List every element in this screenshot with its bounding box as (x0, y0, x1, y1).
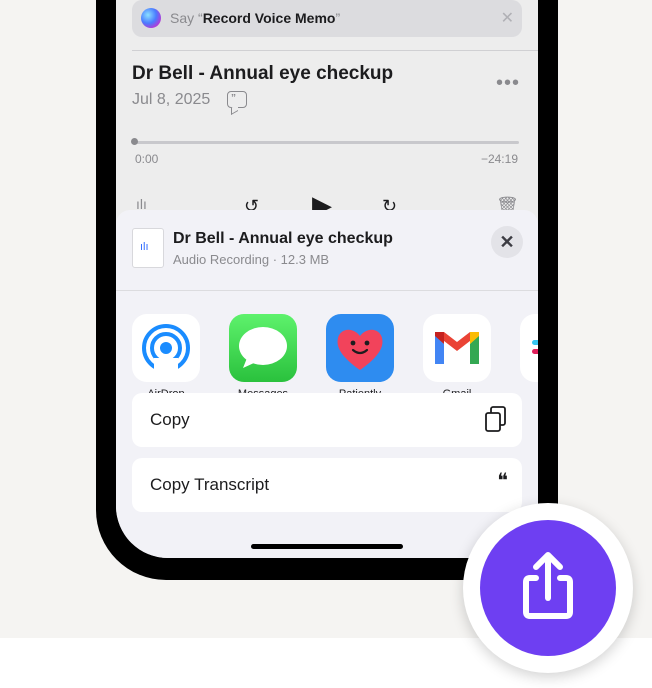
audio-file-icon: ılı (132, 228, 164, 268)
share-button-inner (480, 520, 616, 656)
copy-action[interactable]: Copy (132, 393, 522, 447)
share-icon (523, 552, 573, 619)
share-sheet: ılı Dr Bell - Annual eye checkup Audio R… (116, 210, 538, 558)
copy-transcript-action[interactable]: Copy Transcript ❝ (132, 458, 522, 512)
divider (116, 290, 538, 291)
divider (132, 50, 538, 51)
airdrop-icon (132, 314, 200, 382)
more-options-icon[interactable]: ••• (496, 72, 520, 95)
gmail-icon (423, 314, 491, 382)
share-sheet-close-button[interactable]: ✕ (491, 226, 523, 258)
phone-screen: Say “Record Voice Memo” ✕ Dr Bell - Annu… (116, 0, 538, 558)
siri-close-icon[interactable]: ✕ (501, 8, 514, 28)
elapsed-time: 0:00 (135, 152, 159, 166)
recording-date: Jul 8, 2025 (132, 91, 211, 108)
phone-frame: Say “Record Voice Memo” ✕ Dr Bell - Annu… (96, 0, 558, 580)
copy-action-label: Copy (150, 410, 190, 429)
playback-scrubber[interactable] (135, 141, 519, 144)
share-app-messages[interactable]: Messages (228, 314, 298, 400)
share-app-partial[interactable] (519, 314, 538, 382)
recording-title: Dr Bell - Annual eye checkup (132, 63, 394, 84)
copy-icon (484, 405, 508, 439)
remaining-time: −24:19 (480, 152, 518, 166)
scrubber-handle[interactable] (131, 138, 138, 145)
share-app-airdrop[interactable]: AirDrop (131, 314, 201, 400)
share-button[interactable] (463, 503, 633, 673)
siri-icon (141, 8, 161, 28)
siri-suggestion-banner[interactable]: Say “Record Voice Memo” ✕ (132, 0, 522, 37)
messages-icon (229, 314, 297, 382)
patiently-heart-icon (326, 314, 394, 382)
share-app-patiently[interactable]: Patiently (325, 314, 395, 400)
quote-icon: ❝ (497, 470, 508, 492)
home-indicator[interactable] (251, 544, 403, 549)
copy-transcript-action-label: Copy Transcript (150, 475, 270, 494)
slack-icon (520, 314, 538, 382)
transcript-icon[interactable]: ” (227, 91, 247, 108)
share-file-title: Dr Bell - Annual eye checkup (173, 230, 393, 247)
siri-suggestion-text: Say “Record Voice Memo” (170, 10, 341, 26)
share-app-gmail[interactable]: Gmail (422, 314, 492, 400)
share-file-subtitle: Audio Recording · 12.3 MB (173, 252, 330, 267)
